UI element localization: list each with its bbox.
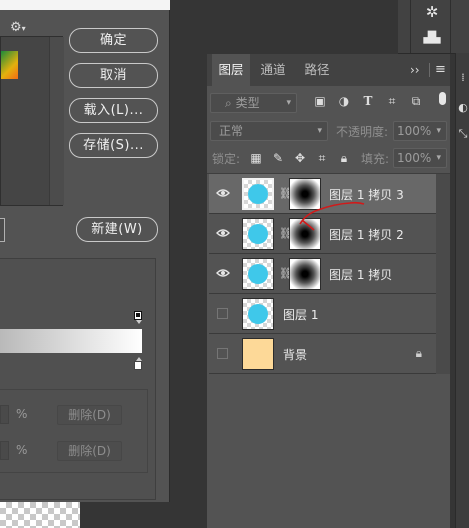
lock-image-icon[interactable]: ✎	[271, 151, 285, 165]
layer-name[interactable]: 图层 1 拷贝	[329, 266, 392, 283]
layer-row[interactable]: ⛓ 图层 1 拷贝	[209, 254, 436, 294]
lock-transparency-icon[interactable]: ▦	[249, 151, 263, 165]
transparent-canvas	[0, 502, 80, 528]
shape-filter-icon[interactable]: ⌗	[385, 94, 399, 108]
tab-channels[interactable]: 通道	[254, 54, 292, 86]
layer-name[interactable]: 图层 1	[283, 306, 318, 323]
load-button[interactable]: 载入(L)...	[69, 98, 158, 123]
visibility-toggle[interactable]	[209, 294, 237, 334]
visibility-eye-icon[interactable]	[209, 174, 237, 214]
panel-tabs: 图层 通道 路径 ›› ≡	[207, 54, 450, 86]
dialog-title-strip	[0, 0, 170, 10]
visibility-eye-icon[interactable]	[209, 254, 237, 294]
right-toolbar: ✲ ▟▙	[398, 0, 469, 54]
lock-all-icon[interactable]: 🔒︎	[337, 151, 351, 165]
adjust-icon[interactable]: ◐	[456, 101, 469, 114]
divider	[410, 0, 411, 53]
lock-artboard-icon[interactable]: ⌗	[315, 151, 329, 165]
layer-thumbnail[interactable]	[242, 298, 274, 330]
opacity-label: 不透明度:	[336, 125, 389, 139]
fill-value: 100%	[397, 151, 432, 165]
delete-color-stop-button[interactable]: 删除(D)	[57, 441, 122, 461]
gear-icon[interactable]: ⚙▾	[10, 20, 26, 35]
chevron-down-icon: ▾	[317, 126, 322, 136]
layers-scrollbar[interactable]	[436, 174, 450, 374]
blend-mode-value: 正常	[219, 124, 244, 138]
gradient-editor-dialog: ⚙▾ 确定 取消 载入(L)... 存储(S)... 新建(W) % 删除(D)…	[0, 0, 170, 502]
chevron-down-icon: ▾	[286, 98, 291, 108]
layer-name[interactable]: 背景	[283, 346, 307, 363]
filter-toggle[interactable]	[439, 92, 446, 105]
color-location-field[interactable]	[0, 441, 9, 460]
save-button[interactable]: 存储(S)...	[69, 133, 158, 158]
lock-label: 锁定:	[212, 152, 241, 166]
layers-panel: 图层 通道 路径 ›› ≡ ⌕ 类型 ▾ ▣ ◑ T ⌗ ⧉ 正常 ▾ 不透明度…	[207, 54, 450, 528]
link-chain-icon[interactable]: ⛓	[279, 267, 293, 281]
visibility-off-box	[217, 348, 228, 359]
layer-row[interactable]: 背景 🔒︎	[209, 334, 436, 374]
circle-shape	[248, 304, 268, 324]
red-annotation	[299, 201, 365, 231]
image-filter-icon[interactable]: ▣	[313, 94, 327, 108]
tab-paths[interactable]: 路径	[298, 54, 336, 86]
blend-mode-select[interactable]: 正常 ▾	[210, 121, 328, 141]
filter-kind-label: 类型	[235, 96, 260, 110]
visibility-eye-icon[interactable]	[209, 214, 237, 254]
opacity-stop-arrow	[136, 320, 142, 324]
percent-label: %	[16, 443, 28, 457]
new-button[interactable]: 新建(W)	[76, 217, 158, 242]
circle-shape	[248, 184, 268, 204]
layer-mask-thumbnail[interactable]	[289, 258, 321, 290]
fill-input[interactable]: 100% ▾	[393, 148, 447, 168]
opacity-value: 100%	[397, 124, 432, 138]
circle-shape	[248, 224, 268, 244]
layer-row[interactable]: 图层 1	[209, 294, 436, 334]
circle-shape	[248, 264, 268, 284]
search-icon: ⌕	[225, 96, 232, 110]
collapse-icon[interactable]: ››	[410, 54, 420, 86]
gradient-bar[interactable]	[0, 329, 142, 353]
background-thumbnail[interactable]	[242, 338, 274, 370]
type-filter-icon[interactable]: T	[361, 94, 375, 108]
filter-kind-select[interactable]: ⌕ 类型 ▾	[210, 93, 297, 113]
right-edge-toolbar: ⁞ ◐ ⤡	[455, 53, 469, 528]
opacity-input[interactable]: 100% ▾	[393, 121, 447, 141]
lock-icon[interactable]: 🔒︎	[416, 346, 422, 361]
divider	[450, 0, 451, 53]
color-stop-marker[interactable]	[134, 361, 142, 370]
chevron-down-icon: ▾	[436, 126, 441, 136]
smart-object-filter-icon[interactable]: ⧉	[409, 94, 423, 108]
percent-label: %	[16, 407, 28, 421]
preset-swatch[interactable]	[1, 51, 18, 79]
tab-layers[interactable]: 图层	[212, 54, 250, 86]
layer-thumbnail[interactable]	[242, 258, 274, 290]
delete-opacity-stop-button[interactable]: 删除(D)	[57, 405, 122, 425]
transform-icon[interactable]: ⤡	[456, 127, 469, 141]
presets-grid[interactable]	[0, 36, 64, 206]
brush-settings-icon[interactable]: ▟▙	[418, 26, 446, 50]
layer-thumbnail[interactable]	[242, 178, 274, 210]
link-chain-icon[interactable]: ⛓	[279, 227, 293, 241]
name-field[interactable]	[0, 218, 5, 242]
fill-label: 填充:	[361, 152, 390, 166]
layer-thumbnail[interactable]	[242, 218, 274, 250]
lock-position-icon[interactable]: ✥	[293, 151, 307, 165]
presets-scrollbar[interactable]	[49, 37, 64, 205]
opacity-stop-marker[interactable]	[134, 311, 142, 320]
visibility-toggle[interactable]	[209, 334, 237, 374]
tool-icon[interactable]: ⁞	[456, 71, 469, 84]
divider	[429, 63, 430, 77]
panel-menu-icon[interactable]: ≡	[435, 54, 446, 86]
link-chain-icon[interactable]: ⛓	[279, 187, 293, 201]
adjustment-filter-icon[interactable]: ◑	[337, 94, 351, 108]
opacity-location-field[interactable]	[0, 405, 9, 424]
ok-button[interactable]: 确定	[69, 28, 158, 53]
settings-wheel-icon[interactable]: ✲	[418, 0, 446, 24]
cancel-button[interactable]: 取消	[69, 63, 158, 88]
visibility-off-box	[217, 308, 228, 319]
chevron-down-icon: ▾	[436, 153, 441, 163]
